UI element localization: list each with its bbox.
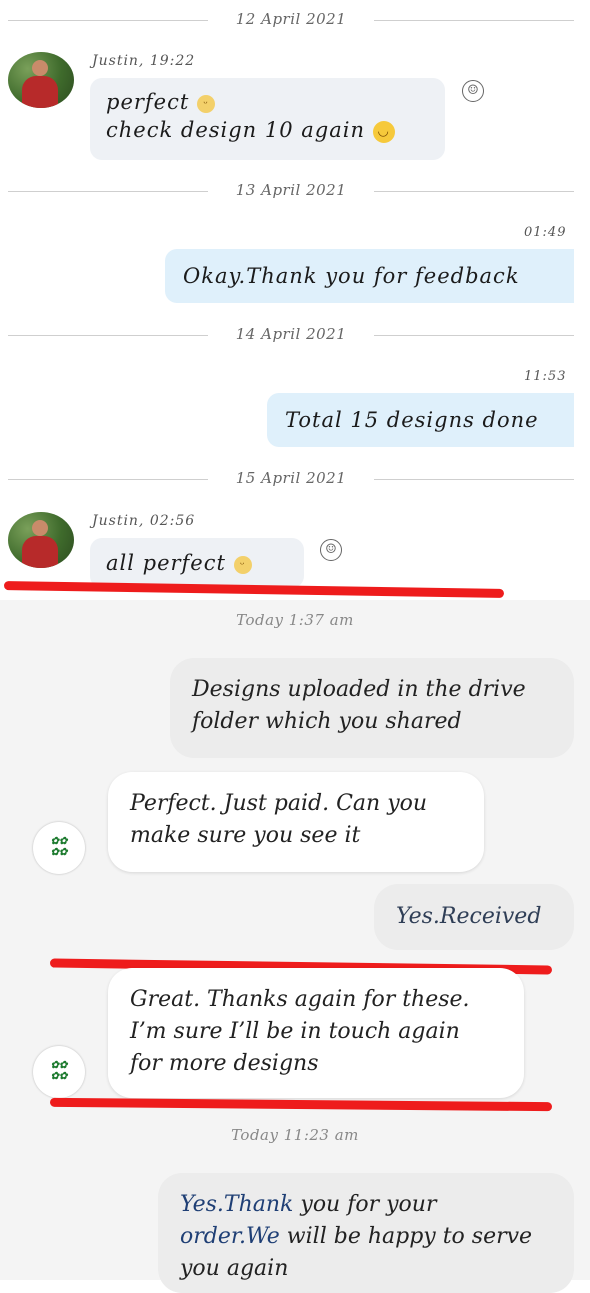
date-separator: 14 April 2021 bbox=[8, 325, 574, 345]
message-text: for more designs bbox=[130, 1051, 319, 1076]
message-text: make sure you see it bbox=[130, 823, 361, 848]
sender-meta: Justin, 19:22 bbox=[92, 53, 196, 69]
avatar[interactable] bbox=[8, 512, 74, 568]
timestamp: Today 11:23 am bbox=[231, 1126, 359, 1144]
message-text: Yes. bbox=[180, 1192, 224, 1217]
outgoing-message[interactable]: Okay.Thank you for feedback bbox=[165, 249, 574, 303]
outgoing-message[interactable]: Yes.Received bbox=[374, 884, 574, 950]
date-separator: 13 April 2021 bbox=[8, 181, 574, 201]
incoming-message[interactable]: Great. Thanks again for these. I’m sure … bbox=[108, 968, 524, 1098]
message-time: 01:49 bbox=[524, 225, 567, 240]
message-text: check design 10 again bbox=[106, 118, 366, 142]
business-logo-avatar[interactable]: ✿✿ ✿✿ bbox=[33, 822, 85, 874]
outgoing-message[interactable]: Designs uploaded in the drive folder whi… bbox=[170, 658, 574, 758]
date-separator: 12 April 2021 bbox=[8, 10, 574, 30]
message-text: Designs uploaded in the drive bbox=[192, 677, 526, 702]
outgoing-message[interactable]: Yes.Thank you for your order.We will be … bbox=[158, 1173, 574, 1293]
incoming-message[interactable]: Perfect. Just paid. Can you make sure yo… bbox=[108, 772, 484, 872]
message-text: Total 15 designs done bbox=[285, 408, 539, 432]
message-text: Yes.Received bbox=[396, 904, 542, 929]
message-text: We bbox=[245, 1224, 280, 1249]
incoming-message[interactable]: perfect ᵕ check design 10 again ◡ bbox=[90, 78, 445, 160]
message-text: you again bbox=[180, 1256, 289, 1281]
message-text: you for your bbox=[293, 1192, 437, 1217]
message-text: will be happy to serve bbox=[279, 1224, 533, 1249]
message-text: I’m sure I’ll be in touch again bbox=[130, 1019, 460, 1044]
emoji-icon: ᵕ bbox=[197, 94, 215, 113]
avatar[interactable] bbox=[8, 52, 74, 108]
outgoing-message[interactable]: Total 15 designs done bbox=[267, 393, 574, 447]
timestamp: Today 1:37 am bbox=[236, 611, 354, 629]
message-time: 11:53 bbox=[524, 369, 567, 384]
message-text: order. bbox=[180, 1224, 246, 1249]
message-text: Okay.Thank you for feedback bbox=[183, 264, 520, 288]
business-logo-avatar[interactable]: ✿✿ ✿✿ bbox=[33, 1046, 85, 1098]
message-text: folder which you shared bbox=[192, 709, 462, 734]
message-text: Thank bbox=[223, 1192, 294, 1217]
smiley-outline-icon[interactable]: ☺ bbox=[320, 539, 342, 561]
message-text: Great. Thanks again for these. bbox=[130, 987, 470, 1012]
smiley-outline-icon[interactable]: ☺ bbox=[462, 80, 484, 102]
message-text: Perfect. Just paid. Can you bbox=[130, 791, 428, 816]
message-text: all perfect bbox=[106, 551, 226, 575]
message-text: perfect bbox=[106, 90, 190, 114]
emoji-icon: ᵕ bbox=[233, 555, 252, 574]
sender-meta: Justin, 02:56 bbox=[92, 513, 196, 529]
incoming-message[interactable]: all perfect ᵕ bbox=[90, 538, 304, 588]
date-separator: 15 April 2021 bbox=[8, 469, 574, 489]
smiling-emoji-icon: ◡ bbox=[372, 120, 395, 143]
